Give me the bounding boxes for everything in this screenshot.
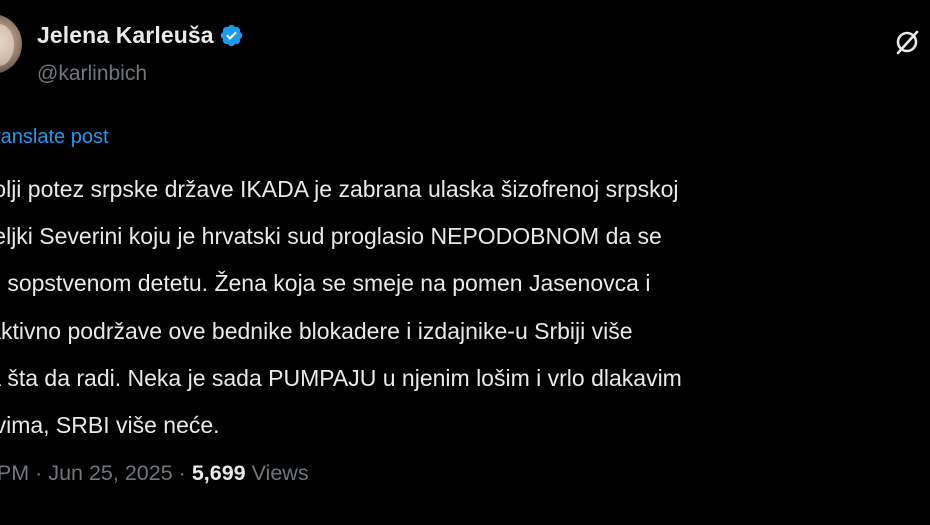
author-handle[interactable]: @karlinbich [37,62,147,86]
post-text: j bolji potez srpske države IKADA je zab… [0,166,930,449]
avatar[interactable] [0,14,22,74]
meta-separator: · [35,461,43,485]
post-time[interactable]: 3 PM [0,461,29,485]
translate-post-link[interactable]: ranslate post [0,126,109,149]
post-text-line: j bolji potez srpske države IKADA je zab… [0,176,679,202]
grok-icon[interactable] [893,27,923,57]
views-count: 5,699 [191,461,246,485]
verified-badge-icon [220,24,242,47]
post-text-line: novima, SRBI više neće. [0,412,220,439]
author-name-row[interactable]: Jelena Karleuša [37,22,244,49]
views-label: Views [251,461,309,485]
post-text-line: ditelјki Severini koju je hrvatski sud p… [0,223,662,250]
author-display-name[interactable]: Jelena Karleuša [37,22,214,49]
post-meta: 3 PM · Jun 25, 2025 · 5,699 Views [0,461,309,486]
meta-separator: · [178,461,186,485]
post-text-line: ma šta da radi. Neka je sada PUMPAJU u n… [0,364,682,391]
post-text-line: a aktivno podržave ove bednike blokadere… [0,317,633,344]
post-date[interactable]: Jun 25, 2025 [48,461,172,485]
post-text-line: ri o sopstvenom detetu. Žena koja se sme… [0,270,651,297]
